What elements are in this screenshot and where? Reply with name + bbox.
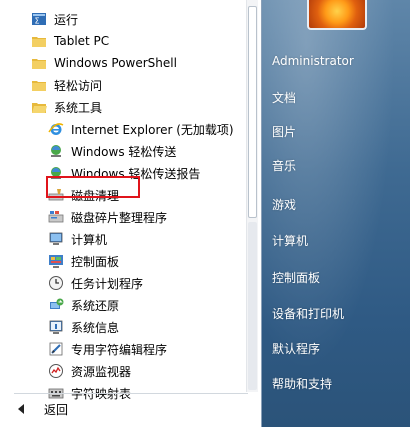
task-scheduler-icon: [48, 275, 64, 291]
right-item-default-programs[interactable]: 默认程序: [272, 340, 320, 357]
easy-transfer-icon: [48, 143, 64, 159]
system-restore-icon: [48, 297, 64, 313]
list-item-resource-monitor[interactable]: 资源监视器: [0, 360, 250, 382]
list-item-system-tools[interactable]: 系统工具: [0, 96, 250, 118]
right-item-administrator[interactable]: Administrator: [272, 54, 354, 68]
resource-monitor-icon: [48, 363, 64, 379]
right-item-games[interactable]: 游戏: [272, 196, 296, 213]
system-info-icon: [48, 319, 64, 335]
folder-icon: [31, 33, 47, 49]
right-item-devices-and-printers[interactable]: 设备和打印机: [272, 305, 344, 322]
right-item-music[interactable]: 音乐: [272, 157, 296, 174]
scrollbar-thumb[interactable]: [248, 6, 257, 218]
back-arrow-icon: [18, 404, 24, 414]
list-item-task-scheduler[interactable]: 任务计划程序: [0, 272, 250, 294]
list-item-computer[interactable]: 计算机: [0, 228, 250, 250]
computer-icon: [48, 231, 64, 247]
list-item-internet-explorer[interactable]: Internet Explorer (无加载项): [0, 118, 250, 140]
list-item-private-character-editor[interactable]: 专用字符编辑程序: [0, 338, 250, 360]
list-item-system-restore[interactable]: 系统还原: [0, 294, 250, 316]
run-icon: Σ: [31, 11, 47, 27]
folder-icon: [31, 77, 47, 93]
list-item-windows-easy-transfer[interactable]: Windows 轻松传送: [0, 140, 250, 162]
right-item-documents[interactable]: 文档: [272, 89, 296, 106]
start-menu: Σ 运行 Tablet PC Windows PowerShell 轻松访问 系…: [0, 0, 410, 427]
folder-open-icon: [31, 99, 47, 115]
highlight-box-disk-cleanup: [46, 176, 140, 198]
list-item-system-information[interactable]: 系统信息: [0, 316, 250, 338]
list-item-run[interactable]: Σ 运行: [0, 8, 250, 30]
list-item-disk-defragmenter[interactable]: 磁盘碎片整理程序: [0, 206, 250, 228]
list-item-control-panel[interactable]: 控制面板: [0, 250, 250, 272]
folder-icon: [31, 55, 47, 71]
list-item-ease-of-access[interactable]: 轻松访问: [0, 74, 250, 96]
internet-explorer-icon: [48, 121, 64, 137]
right-item-control-panel[interactable]: 控制面板: [272, 269, 320, 286]
all-programs-list: Σ 运行 Tablet PC Windows PowerShell 轻松访问 系…: [0, 8, 250, 401]
back-button[interactable]: 返回: [0, 396, 258, 422]
scrollbar-track-lower[interactable]: [248, 222, 257, 390]
right-item-pictures[interactable]: 图片: [272, 123, 296, 140]
user-picture[interactable]: [307, 0, 367, 30]
right-item-help-and-support[interactable]: 帮助和支持: [272, 375, 332, 392]
right-item-computer[interactable]: 计算机: [272, 232, 308, 249]
svg-text:Σ: Σ: [35, 17, 40, 26]
defragmenter-icon: [48, 209, 64, 225]
list-item-windows-powershell[interactable]: Windows PowerShell: [0, 52, 250, 74]
separator: [14, 393, 248, 394]
private-char-editor-icon: [48, 341, 64, 357]
control-panel-icon: [48, 253, 64, 269]
list-item-tablet-pc[interactable]: Tablet PC: [0, 30, 250, 52]
